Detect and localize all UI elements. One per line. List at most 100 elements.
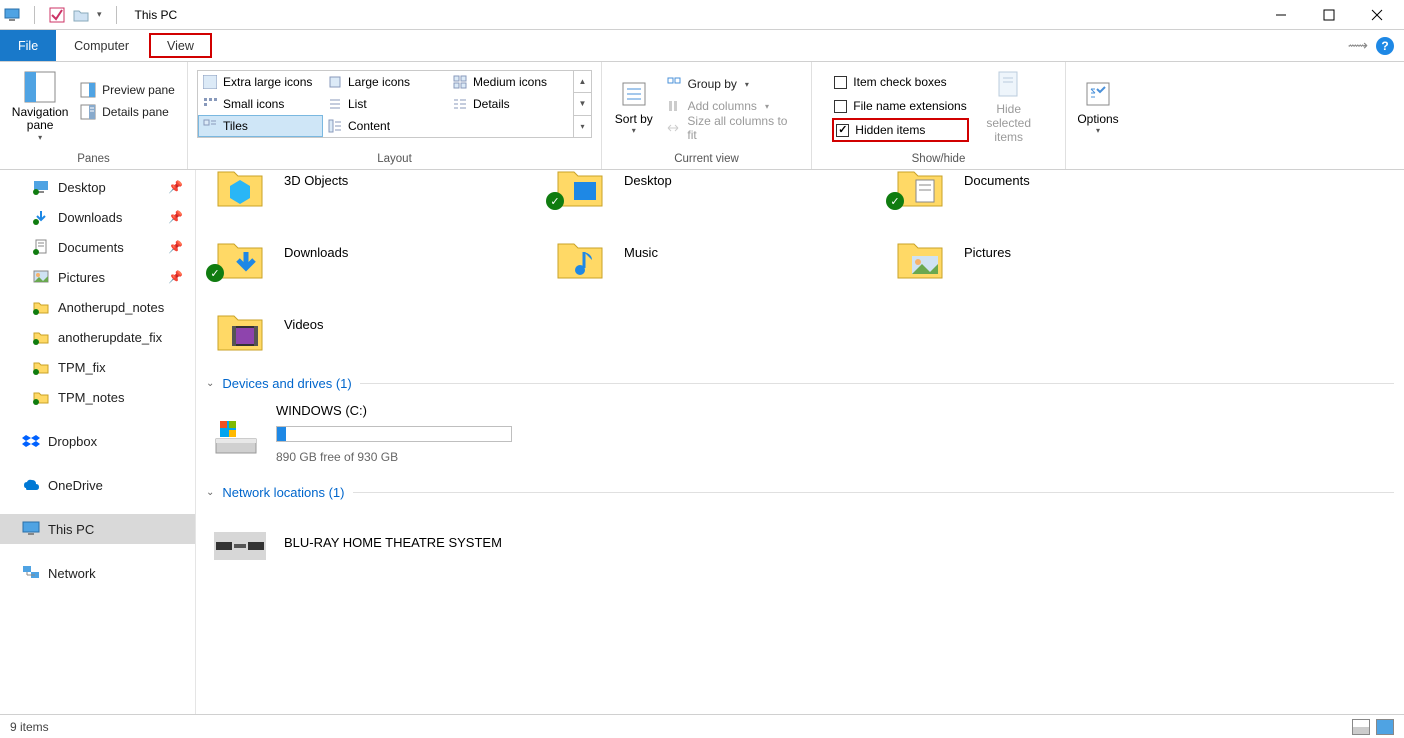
sidebar-item-dropbox[interactable]: Dropbox [0, 426, 195, 456]
folder-icon [32, 358, 50, 376]
sidebar-item-documents[interactable]: Documents📌 [0, 232, 195, 262]
close-button[interactable] [1368, 6, 1386, 24]
list-icon [328, 97, 342, 111]
file-name-extensions-toggle[interactable]: File name extensions [832, 94, 968, 118]
window-title: This PC [135, 8, 178, 22]
desktop-folder-icon: ✓ [552, 170, 608, 208]
item-count: 9 items [10, 720, 49, 734]
tile-label: Pictures [964, 245, 1011, 260]
minimize-button[interactable] [1272, 6, 1290, 24]
window-controls [1272, 6, 1386, 24]
tab-view-highlight: View [149, 33, 212, 58]
drive-tile-c[interactable]: WINDOWS (C:) 890 GB free of 930 GB [206, 401, 506, 465]
tab-view[interactable]: View [167, 39, 194, 53]
layout-large[interactable]: Large icons [323, 71, 448, 93]
size-columns-icon [666, 120, 682, 136]
details-icon [453, 97, 467, 111]
chevron-up-icon[interactable]: ▲ [574, 71, 591, 93]
tab-file[interactable]: File [0, 30, 56, 61]
sidebar-item-network[interactable]: Network [0, 558, 195, 588]
network-icon [22, 564, 40, 582]
sidebar-item-onedrive[interactable]: OneDrive [0, 470, 195, 500]
navigation-sidebar: Desktop📌 Downloads 📌 Documents📌 Pictures📌… [0, 170, 196, 714]
layout-medium[interactable]: Medium icons [448, 71, 573, 93]
properties-checkbox-icon[interactable] [49, 7, 65, 23]
group-by-button[interactable]: Group by▾ [662, 73, 803, 95]
group-label-current-view: Current view [674, 150, 739, 169]
this-pc-icon [22, 520, 40, 538]
tiles-view-icon[interactable] [1376, 719, 1394, 735]
sidebar-item-pictures[interactable]: Pictures📌 [0, 262, 195, 292]
pictures-folder-icon [892, 224, 948, 280]
details-pane-button[interactable]: Details pane [76, 101, 179, 123]
add-columns-icon [666, 98, 682, 114]
folder-tile-documents[interactable]: ✓ Documents [886, 170, 1186, 212]
preview-pane-button[interactable]: Preview pane [76, 79, 179, 101]
pin-icon: 📌 [168, 210, 183, 224]
content-pane[interactable]: 3D Objects ✓ Desktop ✓ Documents ✓ Downl… [196, 170, 1404, 714]
help-icon[interactable]: ? [1376, 37, 1394, 55]
maximize-button[interactable] [1320, 6, 1338, 24]
layout-content[interactable]: Content [323, 115, 448, 137]
group-header-devices[interactable]: ⌄ Devices and drives (1) [206, 376, 1394, 391]
folder-tile-downloads[interactable]: ✓ Downloads [206, 220, 506, 284]
sidebar-item-label: Downloads [58, 210, 122, 225]
sidebar-item-label: This PC [48, 522, 94, 537]
sidebar-item-folder[interactable]: anotherupdate_fix [0, 322, 195, 352]
folder-tile-pictures[interactable]: Pictures [886, 220, 1186, 284]
sidebar-item-this-pc[interactable]: This PC [0, 514, 195, 544]
options-button[interactable]: Options ▾ [1071, 66, 1125, 146]
sync-badge-icon: ✓ [886, 192, 904, 210]
tab-computer[interactable]: Computer [56, 30, 147, 61]
sidebar-item-folder[interactable]: TPM_fix [0, 352, 195, 382]
navigation-pane-button[interactable]: Navigation pane ▾ [8, 66, 72, 146]
layout-tiles[interactable]: Tiles [198, 115, 323, 137]
sidebar-item-label: OneDrive [48, 478, 103, 493]
sidebar-item-folder[interactable]: TPM_notes [0, 382, 195, 412]
desktop-icon [32, 178, 50, 196]
qat-dropdown-icon[interactable]: ▾ [97, 9, 102, 20]
folder-tile-videos[interactable]: Videos [206, 292, 506, 356]
videos-folder-icon [212, 296, 268, 352]
layout-list[interactable]: List [323, 93, 448, 115]
folder-tile-music[interactable]: Music [546, 220, 846, 284]
qat-separator [116, 6, 117, 24]
sidebar-item-desktop[interactable]: Desktop📌 [0, 172, 195, 202]
group-by-icon [666, 76, 682, 92]
folder-tile-3d-objects[interactable]: 3D Objects [206, 170, 506, 212]
sort-by-icon [617, 77, 651, 111]
tile-label: Desktop [624, 173, 672, 188]
sidebar-item-label: Documents [58, 240, 124, 255]
sidebar-item-label: TPM_notes [58, 390, 124, 405]
item-check-boxes-toggle[interactable]: Item check boxes [832, 70, 968, 94]
this-pc-icon [4, 7, 20, 23]
chevron-down-icon: ⌄ [206, 378, 214, 389]
layout-gallery-spinner[interactable]: ▲▼▾ [573, 71, 591, 137]
downloads-icon [32, 208, 50, 226]
folder-icon [32, 298, 50, 316]
network-device-tile[interactable]: BLU-RAY HOME THEATRE SYSTEM [206, 510, 506, 574]
sidebar-item-downloads[interactable]: Downloads 📌 [0, 202, 195, 232]
layout-details[interactable]: Details [448, 93, 573, 115]
group-header-network[interactable]: ⌄ Network locations (1) [206, 485, 1394, 500]
drive-free-text: 890 GB free of 930 GB [276, 450, 512, 464]
hide-selected-icon [992, 67, 1026, 101]
new-folder-icon[interactable] [73, 7, 89, 23]
details-view-icon[interactable] [1352, 719, 1370, 735]
tiles-icon [203, 119, 217, 133]
layout-small[interactable]: Small icons [198, 93, 323, 115]
chevron-more-icon[interactable]: ▾ [574, 116, 591, 137]
group-header-label: Network locations (1) [222, 485, 344, 500]
hidden-items-toggle[interactable]: Hidden items [832, 118, 968, 142]
chevron-down-icon[interactable]: ▼ [574, 93, 591, 115]
hide-selected-label: Hide selected items [973, 103, 1045, 144]
sidebar-item-label: Network [48, 566, 96, 581]
sort-by-button[interactable]: Sort by ▾ [610, 66, 658, 146]
sidebar-item-folder[interactable]: Anotherupd_notes [0, 292, 195, 322]
sidebar-item-label: Anotherupd_notes [58, 300, 164, 315]
folder-tile-desktop[interactable]: ✓ Desktop [546, 170, 846, 212]
documents-folder-icon: ✓ [892, 170, 948, 208]
collapse-ribbon-icon[interactable]: ⟿ [1348, 37, 1368, 54]
layout-gallery[interactable]: Extra large icons Large icons Medium ico… [197, 70, 592, 138]
layout-extra-large[interactable]: Extra large icons [198, 71, 323, 93]
